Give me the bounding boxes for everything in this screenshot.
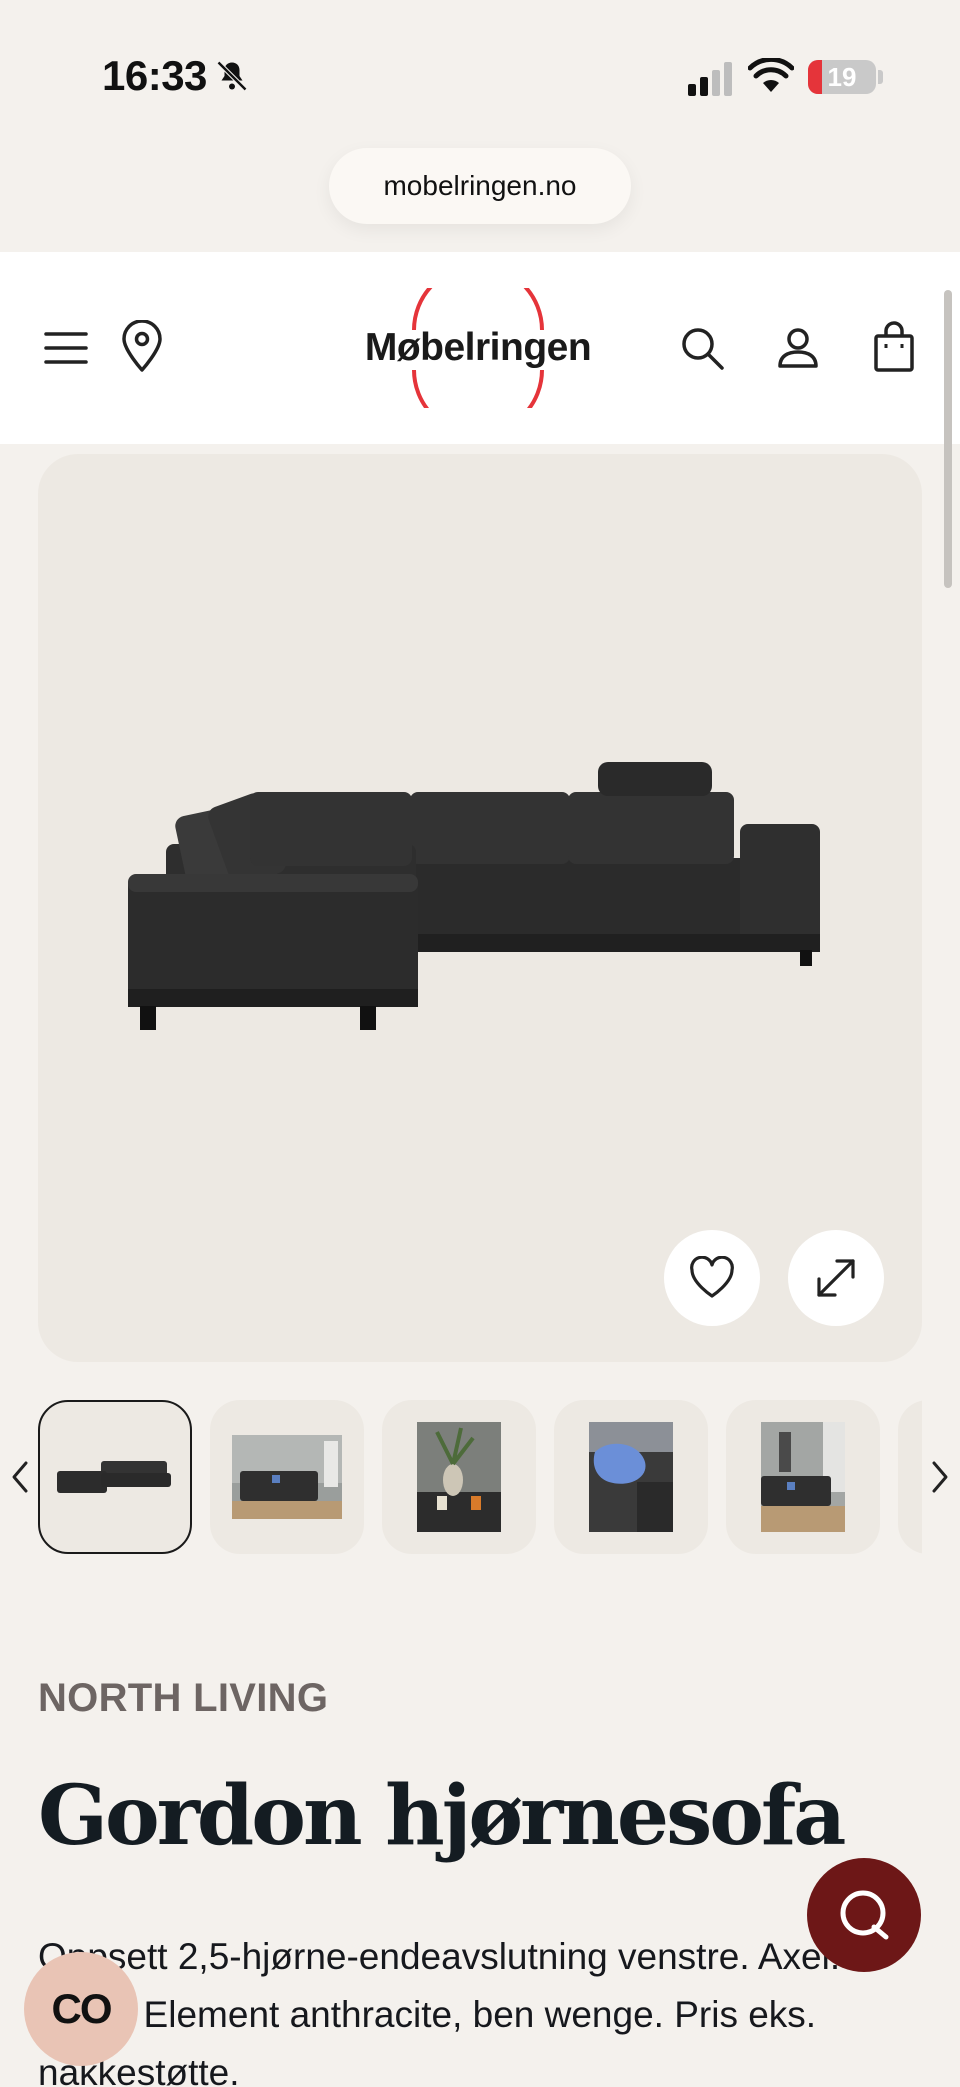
- signal-icon: [688, 62, 732, 96]
- address-bar[interactable]: mobelringen.no: [329, 148, 631, 224]
- heart-icon: [690, 1256, 734, 1298]
- thumbnail-6[interactable]: [898, 1400, 922, 1554]
- thumbnail-carousel: [0, 1400, 960, 1554]
- product-title: Gordon hjørnesofa: [38, 1768, 846, 1864]
- chat-button[interactable]: [807, 1858, 921, 1972]
- site-header: Møbelringen: [0, 252, 960, 444]
- co-button[interactable]: CO: [24, 1952, 138, 2066]
- thumbnail-image: [761, 1422, 845, 1532]
- chat-icon: [840, 1890, 889, 1940]
- thumbnail-1[interactable]: [38, 1400, 192, 1554]
- thumbnail-5[interactable]: [726, 1400, 880, 1554]
- thumbnail-3[interactable]: [382, 1400, 536, 1554]
- battery-level: 19: [827, 62, 857, 92]
- thumbnail-image: [417, 1422, 501, 1532]
- location-pin-icon[interactable]: [118, 320, 166, 374]
- wishlist-button[interactable]: [664, 1230, 760, 1326]
- sofa-product-image: [128, 762, 820, 1030]
- scrollbar[interactable]: [944, 290, 952, 588]
- fullscreen-button[interactable]: [788, 1230, 884, 1326]
- thumbnail-2[interactable]: [210, 1400, 364, 1554]
- thumbnail-prev-button[interactable]: [0, 1452, 40, 1502]
- chevron-left-icon: [12, 1461, 28, 1493]
- thumbnail-4[interactable]: [554, 1400, 708, 1554]
- site-logo[interactable]: Møbelringen: [358, 288, 598, 408]
- thumbnail-next-button[interactable]: [920, 1452, 960, 1502]
- status-time: 16:33: [102, 52, 207, 99]
- status-bar: 16:33 19: [0, 0, 960, 150]
- thumbnail-image: [57, 1461, 171, 1493]
- thumbnail-image: [232, 1435, 342, 1519]
- thumbnail-image: [589, 1422, 673, 1532]
- product-image-gallery[interactable]: [38, 454, 922, 1362]
- bell-slash-icon: [216, 60, 248, 92]
- expand-icon: [817, 1259, 855, 1297]
- thumbnail-track: [38, 1400, 922, 1554]
- wifi-icon: [748, 58, 794, 92]
- product-description: Oppsett 2,5-hjørne-endeavslutning venstr…: [38, 1936, 841, 2087]
- battery-icon: 19: [808, 60, 876, 94]
- menu-icon[interactable]: [42, 324, 90, 372]
- logo-text: Møbelringen: [364, 326, 592, 369]
- product-brand[interactable]: NORTH LIVING: [38, 1676, 328, 1721]
- user-icon[interactable]: [774, 324, 822, 372]
- chevron-right-icon: [932, 1461, 948, 1493]
- shopping-bag-icon[interactable]: [870, 320, 918, 374]
- search-icon[interactable]: [678, 324, 726, 372]
- battery-tip: [878, 70, 883, 84]
